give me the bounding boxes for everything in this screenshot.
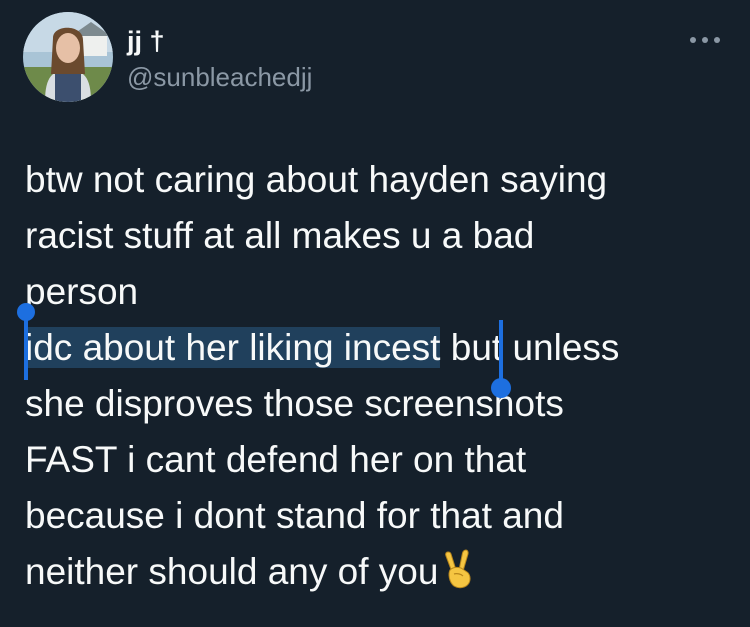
avatar[interactable] bbox=[23, 12, 113, 102]
tweet-line: btw not caring about hayden saying bbox=[25, 159, 608, 200]
tweet-line: she disproves those screenshots bbox=[25, 383, 564, 424]
tweet-line: person bbox=[25, 271, 139, 312]
display-name[interactable]: jj † bbox=[127, 26, 165, 56]
tweet-text-after-selection: but unless bbox=[440, 327, 620, 368]
selected-text[interactable]: idc about her liking incest bbox=[25, 327, 441, 368]
tweet-line: FAST i cant defend her on that bbox=[25, 439, 527, 480]
tweet-line: idc about her liking incest but unless bbox=[25, 320, 725, 376]
tweet-line: because i dont stand for that and bbox=[25, 495, 564, 536]
tweet-line: racist stuff at all makes u a bad bbox=[25, 215, 535, 256]
tweet-text: btw not caring about hayden saying racis… bbox=[25, 152, 725, 600]
more-horizontal-icon[interactable] bbox=[684, 30, 726, 50]
user-handle[interactable]: @sunbleachedjj bbox=[127, 62, 312, 92]
selection-start-handle[interactable] bbox=[16, 302, 36, 382]
profile-photo bbox=[23, 12, 113, 102]
tweet-line: neither should any of you bbox=[25, 544, 725, 600]
selection-end-handle[interactable] bbox=[490, 318, 512, 400]
tweet-last-line-text: neither should any of you bbox=[25, 551, 439, 592]
victory-hand-emoji bbox=[445, 549, 471, 589]
